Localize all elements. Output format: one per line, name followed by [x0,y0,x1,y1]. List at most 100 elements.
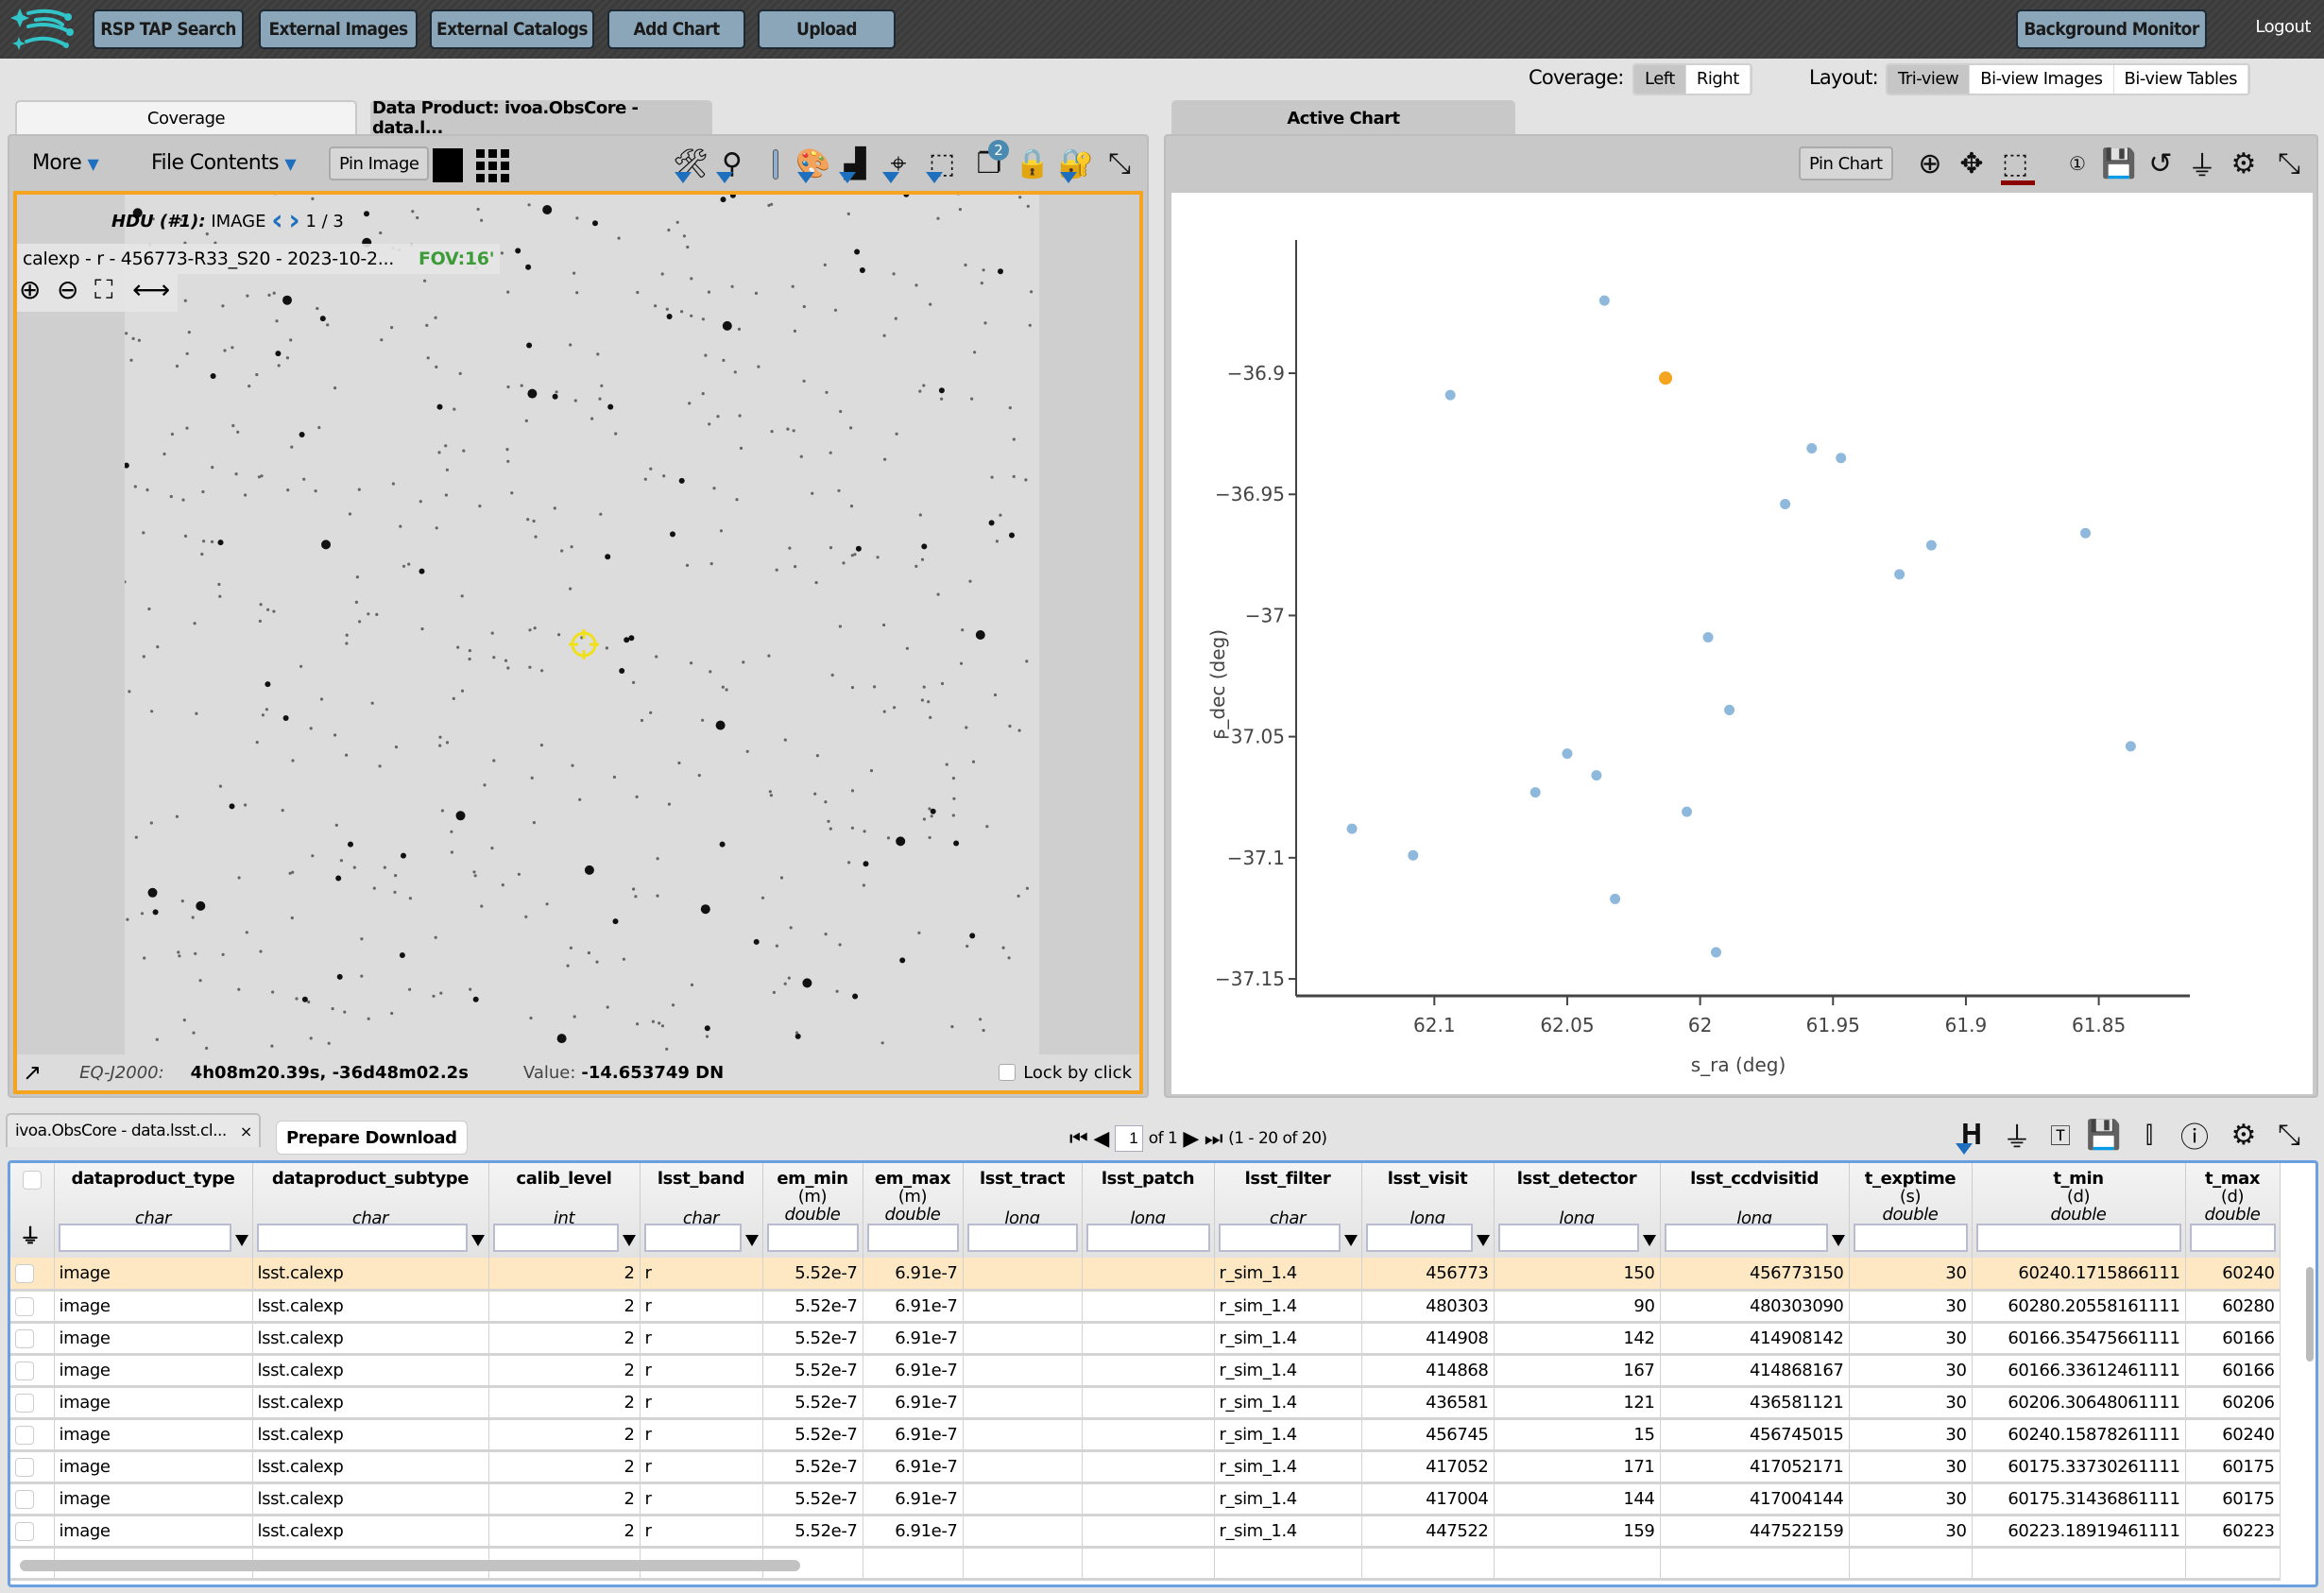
column-header-lsst-patch[interactable]: lsst_patch long [1082,1163,1215,1258]
data-point[interactable] [1610,893,1621,904]
data-point[interactable] [1682,806,1693,817]
column-filter-input[interactable] [256,1224,468,1252]
text-view-icon[interactable]: 🅃 [2042,1115,2078,1155]
data-point[interactable] [2125,741,2136,752]
table-row[interactable]: image lsst.calexp 2 r 5.52e-7 6.91e-7 r_sim_1.… [10,1322,2281,1356]
data-point[interactable] [1894,569,1905,580]
horizontal-scrollbar[interactable] [20,1560,800,1571]
column-header-lsst-ccdvisitid[interactable]: lsst_ccdvisitid long [1660,1163,1850,1258]
data-point[interactable] [1806,443,1818,454]
next-page-icon[interactable]: ▶ [1183,1127,1199,1151]
tab-active-chart[interactable]: Active Chart [1171,100,1515,134]
column-filter-input[interactable] [966,1224,1078,1252]
row-checkbox[interactable] [15,1393,34,1413]
column-filter-input[interactable] [58,1224,231,1252]
column-header-lsst-band[interactable]: lsst_band char [640,1163,763,1258]
filter-dropdown-icon[interactable] [234,1235,248,1246]
column-filter-input[interactable] [1218,1224,1341,1252]
popout-icon[interactable]: ↗ [23,1059,42,1086]
column-filter-input[interactable] [866,1224,959,1252]
column-filter-input[interactable] [1853,1224,1968,1252]
table-row[interactable]: image lsst.calexp 2 r 5.52e-7 6.91e-7 r_sim_1.… [10,1386,2281,1420]
column-filter-input[interactable] [643,1224,742,1252]
pin-image-button[interactable]: Pin Image [329,146,430,180]
table-binoculars-icon[interactable]: 𝐇 [1954,1115,1990,1155]
column-filter-input[interactable] [492,1224,619,1252]
filter-dropdown-icon[interactable] [622,1235,636,1246]
first-page-icon[interactable]: ⏮ [1069,1127,1088,1151]
vertical-scrollbar[interactable] [2306,1267,2314,1362]
grid-view-icon[interactable] [476,148,510,182]
filter-dropdown-icon[interactable] [470,1235,485,1246]
column-filter-input[interactable] [1664,1224,1828,1252]
coverage-left-option[interactable]: Left [1634,65,1686,94]
chart-restore-icon[interactable]: ↺ [2143,144,2179,183]
data-point[interactable] [1562,748,1573,760]
column-filter-input[interactable] [766,1224,859,1252]
column-header-dataproduct-type[interactable]: dataproduct_type char [54,1163,253,1258]
column-header-em-min[interactable]: em_min (m) double [762,1163,863,1258]
column-header-em-max[interactable]: em_max (m) double [863,1163,964,1258]
table-row[interactable]: image lsst.calexp 2 r 5.52e-7 6.91e-7 r_sim_1.… [10,1290,2281,1324]
layout-bi-view-images-option[interactable]: Bi-view Images [1970,65,2114,94]
catalog-overlay-lock-icon[interactable]: 🔒 [1015,144,1051,183]
chart-expand-icon[interactable]: ⤡ [2271,144,2307,183]
row-checkbox[interactable] [15,1263,34,1283]
color-palette-icon[interactable]: 🎨 [795,144,831,183]
last-page-icon[interactable]: ⏭ [1205,1127,1223,1151]
scatter-chart[interactable]: 62.1 62.05 62 61.95 61.9 61.85 −36.9 −36.95 −37 −… [1171,193,2313,1094]
table-info-icon[interactable]: ⓘ [2177,1115,2213,1155]
filter-dropdown-icon[interactable] [744,1235,759,1246]
page-number-input[interactable] [1114,1125,1143,1152]
column-header-lsst-visit[interactable]: lsst_visit long [1361,1163,1495,1258]
table-row[interactable]: image lsst.calexp 2 r 5.52e-7 6.91e-7 r_sim_1.… [10,1418,2281,1452]
filter-dropdown-icon[interactable] [1343,1235,1358,1246]
chart-save-icon[interactable]: 💾 [2101,144,2137,183]
data-point[interactable] [1591,770,1602,781]
column-header-t-min[interactable]: t_min (d) double [1972,1163,2186,1258]
data-point[interactable] [1702,632,1714,643]
column-header-lsst-detector[interactable]: lsst_detector long [1494,1163,1661,1258]
table-save-icon[interactable]: 💾 [2086,1115,2122,1155]
layers-icon[interactable]: ❐ 2 [971,140,1009,183]
table-row[interactable]: image lsst.calexp 2 r 5.52e-7 6.91e-7 r_sim_1.… [10,1450,2281,1484]
column-filter-input[interactable] [2189,1224,2276,1252]
table-expand-icon[interactable]: ⤡ [2271,1115,2307,1155]
select-area-icon[interactable]: ⬚ [924,144,960,183]
table-filter-icon[interactable]: ⏚ [1999,1115,2035,1155]
pin-chart-button[interactable]: Pin Chart [1799,146,1893,180]
chart-pan-icon[interactable]: ✥ [1954,144,1990,183]
data-point[interactable] [1710,947,1721,958]
filter-dropdown-icon[interactable] [1476,1235,1490,1246]
prepare-download-button[interactable]: Prepare Download [276,1121,468,1155]
zoom-out-icon[interactable]: ⊖ [57,274,78,305]
rsp-tap-search-button[interactable]: RSP TAP Search [93,9,244,49]
chart-zoom-icon[interactable]: ⊕ [1912,144,1948,183]
filter-icon[interactable]: ⏚ [20,1220,41,1250]
row-checkbox[interactable] [15,1425,34,1445]
data-point[interactable] [1598,295,1610,306]
column-filter-input[interactable] [1085,1224,1210,1252]
column-header-lsst-filter[interactable]: lsst_filter char [1214,1163,1362,1258]
highlighted-data-point[interactable] [1659,371,1673,385]
data-point[interactable] [1529,787,1541,798]
data-point[interactable] [1408,849,1419,861]
tab-data-product[interactable]: Data Product: ivoa.ObsCore - data.l... [370,98,712,138]
data-point[interactable] [1444,389,1456,401]
table-row[interactable]: image lsst.calexp 2 r 5.52e-7 6.91e-7 r_sim_1.… [10,1258,2281,1292]
coverage-right-option[interactable]: Right [1686,65,1751,94]
image-lock-icon[interactable]: 🔐 [1058,144,1094,183]
column-header-lsst-tract[interactable]: lsst_tract long [963,1163,1083,1258]
single-view-icon[interactable] [433,148,463,182]
tools-icon[interactable]: 🛠 [673,144,709,183]
data-point[interactable] [1346,823,1358,834]
tab-coverage[interactable]: Coverage [15,100,357,134]
more-menu[interactable]: More ▼ [32,151,99,175]
upload-button[interactable]: Upload [758,9,896,49]
data-point[interactable] [1925,540,1937,551]
prev-page-icon[interactable]: ◀ [1093,1127,1109,1151]
data-point[interactable] [1780,498,1791,509]
row-checkbox[interactable] [15,1361,34,1380]
select-all-checkbox[interactable] [22,1171,42,1190]
chart-reset-zoom-icon[interactable]: ① [2059,144,2095,183]
